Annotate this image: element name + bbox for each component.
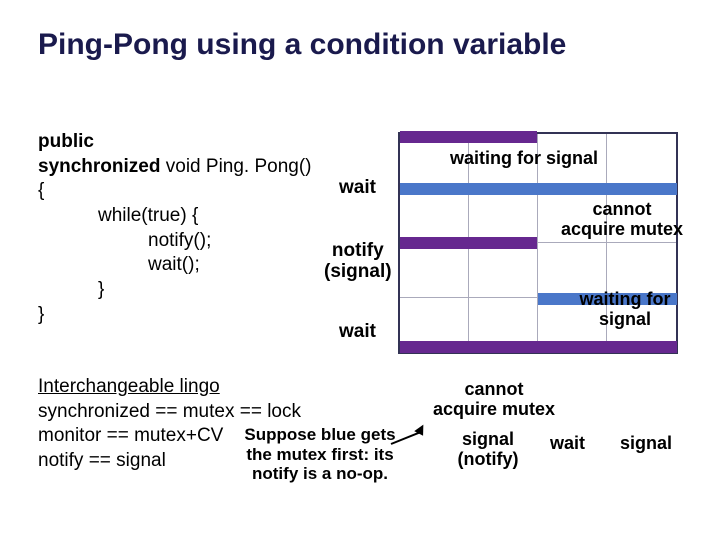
bar-purple-3 xyxy=(400,341,677,353)
mid-wait-2: wait xyxy=(339,322,376,343)
lingo-heading: Interchangeable lingo xyxy=(38,375,301,400)
code-while: while(true) { xyxy=(38,204,312,229)
grid-cell xyxy=(400,189,469,244)
bar-blue-1 xyxy=(400,183,677,195)
code-inner-close: } xyxy=(38,278,312,303)
code-kw-sync: synchronized xyxy=(38,156,160,177)
code-block: public synchronized void Ping. Pong() { … xyxy=(38,130,312,328)
footnote: Suppose blue gets the mutex first: its n… xyxy=(240,425,400,484)
waiting-r-l2: signal xyxy=(570,310,680,330)
code-brace-open: { xyxy=(38,179,312,204)
grid-label-wait-bottom: wait xyxy=(550,434,585,454)
grid-label-cannot-right: cannot acquire mutex xyxy=(552,200,692,240)
grid-label-cannot-bottom: cannot acquire mutex xyxy=(424,380,564,420)
code-brace-close: } xyxy=(38,303,312,328)
grid-cell xyxy=(469,243,538,298)
mid-wait-1: wait xyxy=(339,178,376,199)
code-wait: wait(); xyxy=(38,253,312,278)
code-notify: notify(); xyxy=(38,229,312,254)
bar-purple-2 xyxy=(400,237,537,249)
code-kw-public: public xyxy=(38,131,94,152)
mid-notify-l1: notify xyxy=(324,241,392,262)
grid-cell xyxy=(469,189,538,244)
cannot-b-l2: acquire mutex xyxy=(424,400,564,420)
mid-notify-l2: (signal) xyxy=(324,262,392,283)
grid-cell xyxy=(607,134,676,189)
cannot-r-l1: cannot xyxy=(552,200,692,220)
code-sig: void Ping. Pong() xyxy=(160,156,311,177)
grid-label-waiting-top: waiting for signal xyxy=(434,149,614,169)
slide-title: Ping-Pong using a condition variable xyxy=(0,0,720,62)
cannot-b-l1: cannot xyxy=(424,380,564,400)
lingo-line-1: synchronized == mutex == lock xyxy=(38,400,301,425)
mid-notify: notify (signal) xyxy=(324,241,392,283)
bar-purple-1 xyxy=(400,131,537,143)
cannot-r-l2: acquire mutex xyxy=(552,220,692,240)
signal-l2: (notify) xyxy=(448,450,528,470)
grid-cell xyxy=(400,243,469,298)
grid-label-waiting-right: waiting for signal xyxy=(570,290,680,330)
grid-label-signal-right: signal xyxy=(620,434,672,454)
signal-l1: signal xyxy=(448,430,528,450)
waiting-r-l1: waiting for xyxy=(570,290,680,310)
grid-label-signal: signal (notify) xyxy=(448,430,528,470)
